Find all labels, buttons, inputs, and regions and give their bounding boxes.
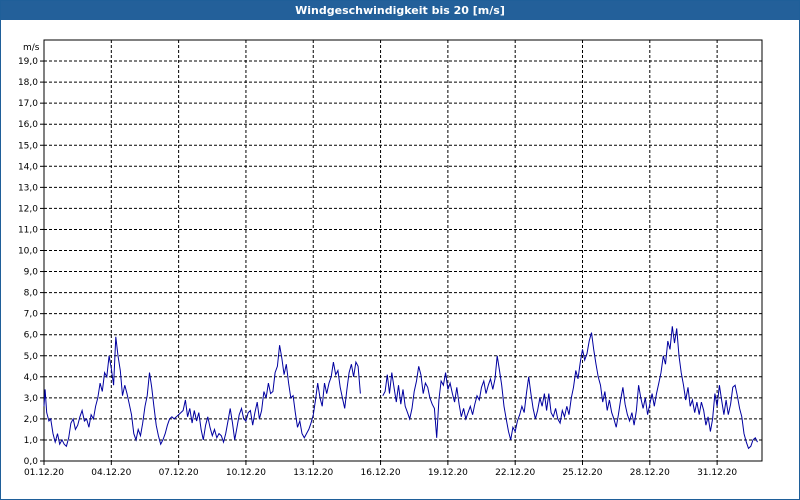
y-axis-ticks: 0,0 1,0 2,0 3,0 4,0 5,0 6,0 7,0 8,0 9,0 10,0 11,0 12… [18,57,44,467]
grid-lines [44,40,762,461]
y-tick-label: 17,0 [18,99,38,109]
y-tick-label: 7,0 [24,310,39,320]
y-tick-label: 5,0 [24,352,39,362]
y-tick-label: 15,0 [18,141,38,151]
x-tick-label: 31.12.20 [697,468,737,478]
series-line-wind-speed [382,326,758,450]
y-axis-unit-label: m/s [23,43,40,53]
y-tick-label: 18,0 [18,78,38,88]
x-tick-label: 01.12.20 [24,468,64,478]
x-tick-label: 16.12.20 [361,468,401,478]
y-tick-label: 12,0 [18,204,38,214]
y-tick-label: 9,0 [24,268,39,278]
y-tick-label: 11,0 [18,225,38,235]
y-tick-label: 14,0 [18,162,38,172]
x-tick-label: 13.12.20 [293,468,333,478]
y-tick-label: 13,0 [18,183,38,193]
chart-title: Windgeschwindigkeit bis 20 [m/s] [1,1,799,20]
y-tick-label: 1,0 [24,436,39,446]
x-tick-label: 10.12.20 [226,468,266,478]
series-group [43,326,758,450]
x-tick-label: 22.12.20 [495,468,535,478]
y-tick-label: 10,0 [18,247,38,257]
x-tick-label: 19.12.20 [428,468,468,478]
y-tick-label: 8,0 [24,289,39,299]
x-tick-label: 28.12.20 [630,468,670,478]
y-tick-label: 0,0 [24,457,39,467]
chart-svg: 0,0 1,0 2,0 3,0 4,0 5,0 6,0 7,0 8,0 9,0 10,0 11,0 12… [18,39,763,478]
y-tick-label: 3,0 [24,394,39,404]
y-tick-label: 16,0 [18,120,38,130]
x-axis-ticks: 01.12.20 04.12.20 07.12.20 10.12.20 13.12.20… [24,461,737,478]
chart-window: Windgeschwindigkeit bis 20 [m/s] 0,0 1,0 2… [0,0,800,500]
y-tick-label: 2,0 [24,415,39,425]
y-tick-label: 4,0 [24,373,39,383]
x-tick-label: 07.12.20 [159,468,199,478]
y-tick-label: 6,0 [24,331,39,341]
x-tick-label: 25.12.20 [562,468,602,478]
x-tick-label: 04.12.20 [91,468,131,478]
y-tick-label: 19,0 [18,57,38,67]
